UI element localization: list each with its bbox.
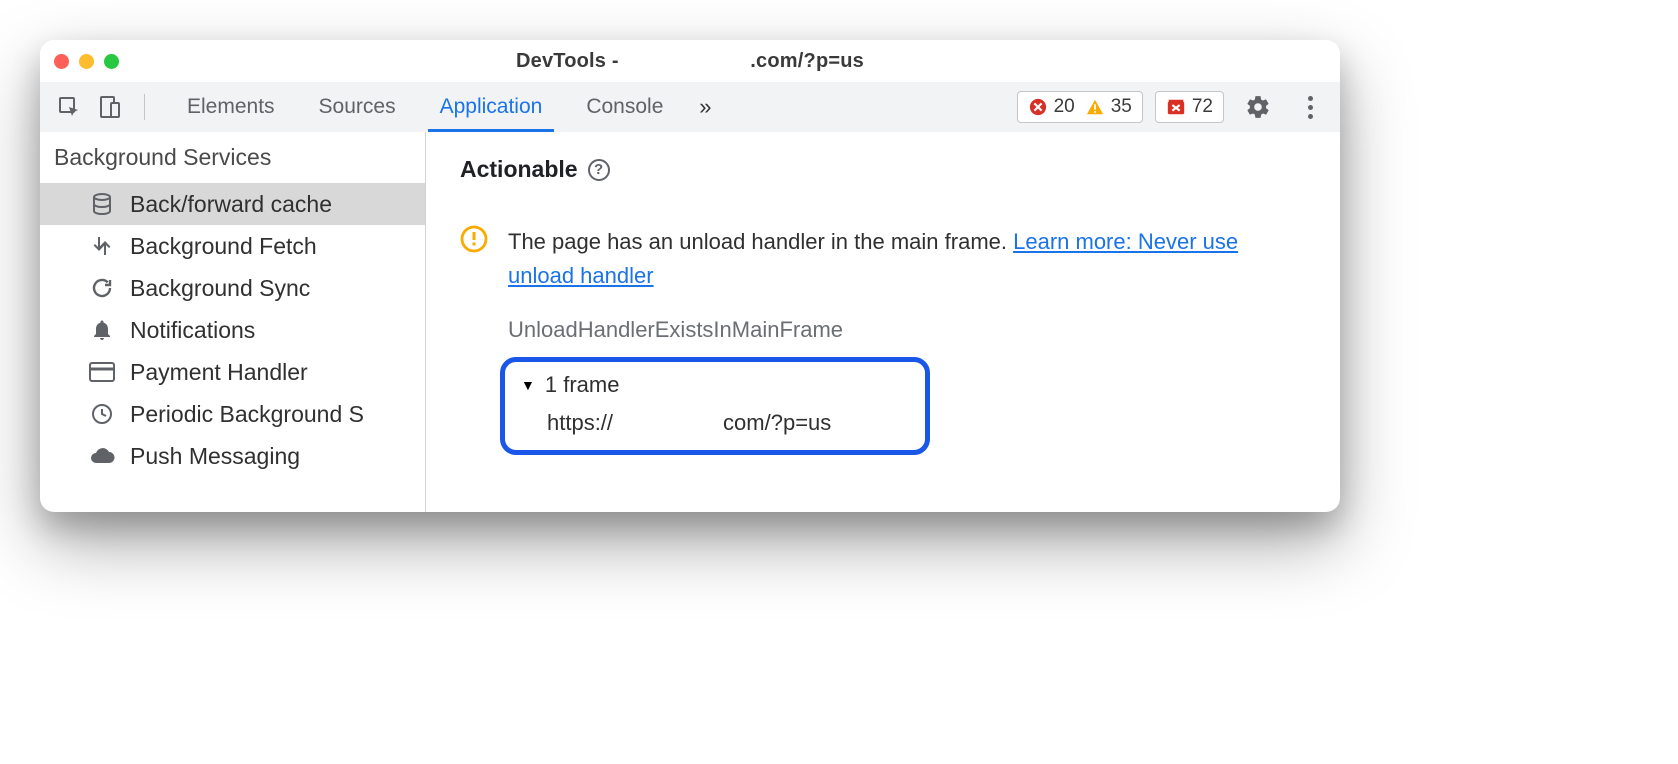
main-content: Actionable ? The page has an unload hand… (426, 132, 1340, 512)
panel-tabs: Elements Sources Application Console » (165, 82, 725, 132)
error-icon (1028, 97, 1048, 117)
sidebar-item-label: Push Messaging (130, 443, 300, 470)
bell-icon (88, 316, 116, 344)
title-domain: .com/?p=us (750, 50, 864, 72)
titlebar: DevTools - .com/?p=us (40, 40, 1340, 82)
frame-list-box: ▼ 1 frame https:// com/?p=us (500, 357, 930, 455)
panel-body: Background Services Back/forward cache B… (40, 132, 1340, 512)
devtools-window: DevTools - .com/?p=us Elements Sources A… (40, 40, 1340, 512)
reason-code: UnloadHandlerExistsInMainFrame (508, 317, 1306, 343)
issue-text: The page has an unload handler in the ma… (508, 229, 1013, 254)
console-errors-warnings-badge[interactable]: 20 35 (1017, 91, 1143, 123)
sidebar-section-title: Background Services (40, 132, 425, 183)
sync-icon (88, 274, 116, 302)
more-tabs-button[interactable]: » (685, 87, 725, 127)
maximize-window-button[interactable] (104, 54, 119, 69)
sidebar-item-payment-handler[interactable]: Payment Handler (40, 351, 425, 393)
database-icon (88, 190, 116, 218)
issue-count: 72 (1192, 96, 1213, 118)
warning-count: 35 (1111, 96, 1132, 118)
clock-icon (88, 400, 116, 428)
issue-row: The page has an unload handler in the ma… (460, 225, 1306, 293)
toolbar: Elements Sources Application Console » 2… (40, 82, 1340, 132)
settings-icon[interactable] (1240, 89, 1276, 125)
sidebar-item-label: Payment Handler (130, 359, 308, 386)
sidebar-item-label: Background Fetch (130, 233, 317, 260)
frame-toggle[interactable]: ▼ 1 frame (521, 372, 909, 398)
frame-url[interactable]: https:// com/?p=us (521, 410, 909, 436)
sidebar-item-push-messaging[interactable]: Push Messaging (40, 435, 425, 477)
minimize-window-button[interactable] (79, 54, 94, 69)
sidebar-item-back-forward-cache[interactable]: Back/forward cache (40, 183, 425, 225)
inspect-element-icon[interactable] (52, 90, 86, 124)
sidebar-item-label: Notifications (130, 317, 255, 344)
frame-count-label: 1 frame (545, 372, 620, 398)
disclosure-triangle-icon: ▼ (521, 377, 535, 393)
sidebar-item-background-fetch[interactable]: Background Fetch (40, 225, 425, 267)
close-window-button[interactable] (54, 54, 69, 69)
frame-url-scheme: https:// (547, 410, 613, 436)
heading-text: Actionable (460, 156, 578, 183)
tab-console[interactable]: Console (564, 82, 685, 132)
issue-message: The page has an unload handler in the ma… (508, 225, 1306, 293)
card-icon (88, 358, 116, 386)
title-prefix: DevTools - (516, 50, 619, 72)
error-count: 20 (1054, 96, 1075, 118)
sidebar-item-label: Periodic Background S (130, 401, 364, 428)
device-toggle-icon[interactable] (92, 90, 126, 124)
cloud-icon (88, 442, 116, 470)
warning-icon (1085, 97, 1105, 117)
divider (144, 94, 145, 120)
tab-elements[interactable]: Elements (165, 82, 297, 132)
sidebar-item-periodic-background[interactable]: Periodic Background S (40, 393, 425, 435)
sidebar-item-label: Back/forward cache (130, 191, 332, 218)
more-menu-icon[interactable] (1292, 89, 1328, 125)
window-title: DevTools - .com/?p=us (40, 50, 1340, 73)
warning-circle-icon (460, 225, 488, 253)
fetch-icon (88, 232, 116, 260)
sidebar-item-label: Background Sync (130, 275, 310, 302)
traffic-lights (54, 54, 119, 69)
section-heading: Actionable ? (460, 156, 1306, 183)
tab-sources[interactable]: Sources (297, 82, 418, 132)
sidebar-item-notifications[interactable]: Notifications (40, 309, 425, 351)
help-icon[interactable]: ? (588, 159, 610, 181)
sidebar-item-background-sync[interactable]: Background Sync (40, 267, 425, 309)
issues-badge[interactable]: 72 (1155, 91, 1224, 123)
frame-url-tail: com/?p=us (723, 410, 831, 436)
tab-application[interactable]: Application (418, 82, 565, 132)
issue-icon (1166, 97, 1186, 117)
sidebar: Background Services Back/forward cache B… (40, 132, 426, 512)
